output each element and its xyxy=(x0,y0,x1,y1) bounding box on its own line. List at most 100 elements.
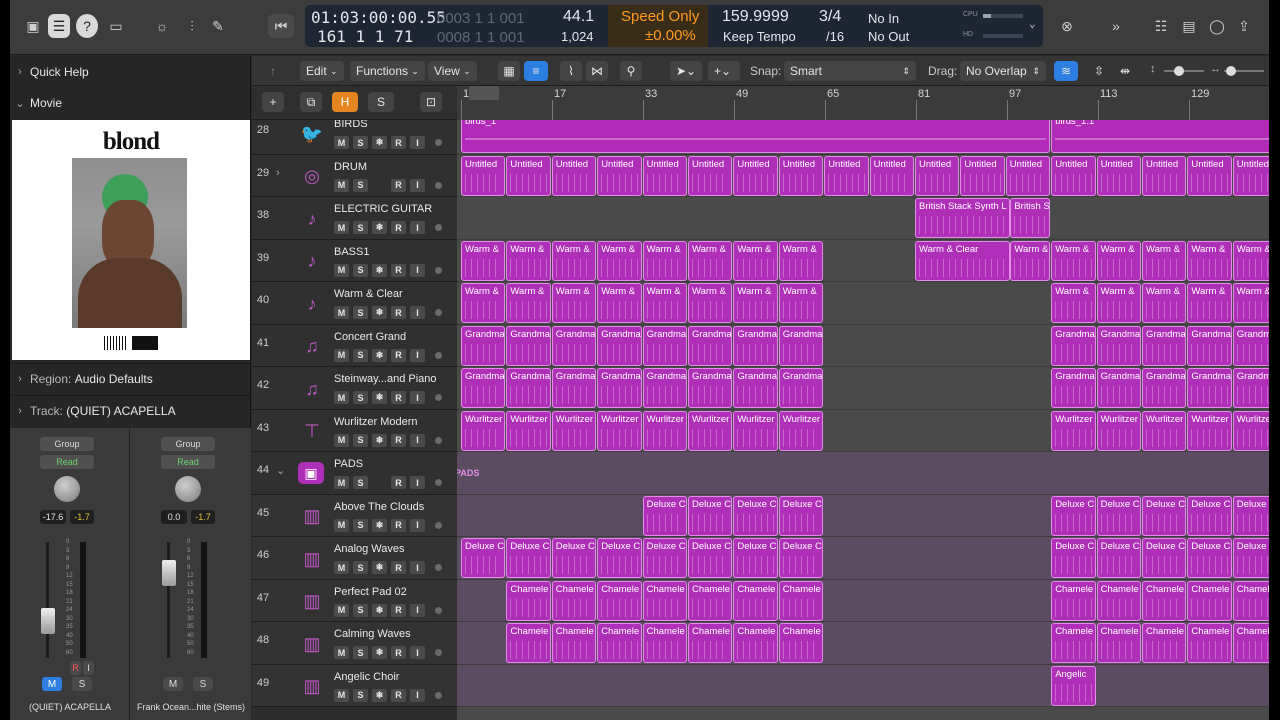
region[interactable]: Grandma xyxy=(1051,325,1096,366)
track-header-41[interactable]: 41 ♫ Concert Grand M S ❄ R I xyxy=(252,324,457,367)
notepad-icon[interactable]: ▤ xyxy=(1178,14,1200,38)
region[interactable]: Chamele xyxy=(1142,580,1187,621)
region[interactable]: Deluxe C xyxy=(1096,538,1141,578)
region[interactable]: Wurlitzer xyxy=(688,410,733,451)
grid-view-icon[interactable]: ▦ xyxy=(498,61,520,81)
track-name[interactable]: Warm & Clear xyxy=(334,288,403,300)
input-monitor-button[interactable]: I xyxy=(410,688,425,702)
region[interactable]: Chamele xyxy=(642,580,687,621)
freeze-button[interactable]: ❄ xyxy=(372,688,387,702)
region[interactable]: Chamele xyxy=(778,623,824,663)
region[interactable]: Untitled xyxy=(1232,155,1269,196)
record-enable-button[interactable]: R xyxy=(391,178,406,192)
solo-button[interactable]: S xyxy=(353,646,368,659)
mute-button[interactable]: M xyxy=(334,561,349,574)
region[interactable]: Warm & xyxy=(1187,240,1232,281)
mute-button[interactable]: M xyxy=(334,391,349,404)
region[interactable]: Wurlitzer xyxy=(1096,410,1141,451)
region[interactable]: Wurlitzer xyxy=(1187,410,1232,451)
solo-button[interactable]: S xyxy=(353,306,368,319)
region[interactable]: Untitled xyxy=(506,155,551,196)
region[interactable]: Deluxe C xyxy=(733,538,778,578)
region[interactable]: Warm & xyxy=(506,240,551,281)
add-track-button[interactable]: + xyxy=(262,92,284,112)
region[interactable]: Warm & xyxy=(1232,240,1269,281)
record-enable-button[interactable]: R xyxy=(391,306,406,319)
region[interactable]: Deluxe C xyxy=(688,495,733,536)
region[interactable]: Warm & xyxy=(688,240,733,281)
record-dot[interactable] xyxy=(435,139,442,146)
track-header-29[interactable]: 29 › ◎ DRUM M S R I xyxy=(252,154,457,197)
region[interactable]: Grandma xyxy=(1051,368,1096,408)
automation-icon[interactable]: ⌇ xyxy=(560,61,582,81)
list-view-icon[interactable]: ≡ xyxy=(524,61,548,81)
input-monitor-button[interactable]: I xyxy=(410,603,425,617)
track-header-46[interactable]: 46 ▥ Analog Waves M S ❄ R I xyxy=(252,537,457,580)
freeze-button[interactable]: ❄ xyxy=(372,603,387,617)
track-name[interactable]: ELECTRIC GUITAR xyxy=(334,203,432,215)
input-monitor-button[interactable]: I xyxy=(410,646,425,659)
region[interactable]: Chamele xyxy=(597,623,642,663)
region[interactable]: Grandma xyxy=(506,325,551,366)
region[interactable]: Warm & xyxy=(1232,283,1269,323)
solo-button[interactable]: S xyxy=(72,677,92,691)
back-arrow-icon[interactable]: ↑ xyxy=(264,61,282,81)
automation-mode[interactable]: Read xyxy=(161,455,215,469)
region[interactable]: Untitled xyxy=(1187,155,1232,196)
region[interactable]: Warm & xyxy=(1096,283,1141,323)
mute-button[interactable]: M xyxy=(334,646,349,659)
track-name[interactable]: Above The Clouds xyxy=(334,501,424,513)
region[interactable]: Wurlitzer xyxy=(506,410,551,451)
loop-browser-icon[interactable]: ◯ xyxy=(1206,14,1228,38)
region[interactable]: Warm & Clear xyxy=(915,240,1011,281)
region[interactable]: Wurlitzer xyxy=(461,410,506,451)
solo-button[interactable]: S xyxy=(353,433,368,447)
track-name[interactable]: PADS xyxy=(334,458,363,470)
region[interactable]: Grandma xyxy=(1187,368,1232,408)
record-enable-button[interactable]: R xyxy=(391,433,406,447)
record-enable-button[interactable]: R xyxy=(391,603,406,617)
record-dot[interactable] xyxy=(435,351,442,359)
region[interactable]: birds_1 xyxy=(461,120,1051,153)
region[interactable]: Warm & xyxy=(688,283,733,323)
region[interactable]: Untitled xyxy=(778,155,824,196)
region[interactable]: Deluxe C xyxy=(733,495,778,536)
record-enable-button[interactable]: R xyxy=(391,688,406,702)
input-monitor-button[interactable]: I xyxy=(410,306,425,319)
freeze-button[interactable]: ❄ xyxy=(372,348,387,362)
region[interactable]: Warm & xyxy=(597,283,642,323)
inspector-toggle-icon[interactable]: ☰ xyxy=(48,14,70,38)
region[interactable]: Warm & xyxy=(1142,240,1187,281)
record-dot[interactable] xyxy=(435,181,442,189)
freeze-button[interactable]: ❄ xyxy=(372,561,387,574)
region[interactable]: Wurlitzer xyxy=(778,410,824,451)
automation-mode[interactable]: Read xyxy=(40,455,94,469)
mute-button[interactable]: M xyxy=(42,677,62,691)
region[interactable]: Warm & xyxy=(733,240,778,281)
region[interactable]: Deluxe C xyxy=(642,538,687,578)
region[interactable]: Deluxe C xyxy=(1142,495,1187,536)
region[interactable]: Chamele xyxy=(733,623,778,663)
input-monitor-button[interactable]: I xyxy=(410,518,425,532)
input-monitor-button[interactable]: I xyxy=(410,476,425,489)
region[interactable]: Deluxe C xyxy=(1187,495,1232,536)
chevron-right-icon[interactable]: › xyxy=(276,167,280,179)
freeze-button[interactable]: ❄ xyxy=(372,391,387,404)
region[interactable]: Warm & xyxy=(506,283,551,323)
group-slot[interactable]: Group xyxy=(161,437,215,451)
region[interactable]: Grandma xyxy=(506,368,551,408)
region[interactable]: Grandma xyxy=(733,368,778,408)
region[interactable]: Deluxe C xyxy=(597,538,642,578)
smart-controls-icon[interactable]: ☼ xyxy=(150,14,174,38)
region[interactable]: Untitled xyxy=(915,155,960,196)
input-monitor-button[interactable]: I xyxy=(83,661,94,675)
region[interactable]: Grandma xyxy=(1187,325,1232,366)
lcd-display[interactable]: 01:03:00:00.55 161 1 1 71 0003 1 1 001 0… xyxy=(305,5,1043,47)
region[interactable]: Grandma xyxy=(1232,325,1269,366)
freeze-button[interactable]: ❄ xyxy=(372,136,387,149)
region[interactable]: Untitled xyxy=(960,155,1005,196)
region[interactable]: Chamele xyxy=(506,623,551,663)
record-enable-button[interactable]: R xyxy=(391,646,406,659)
region[interactable]: Warm & xyxy=(642,240,687,281)
track-name[interactable]: Angelic Choir xyxy=(334,671,399,683)
